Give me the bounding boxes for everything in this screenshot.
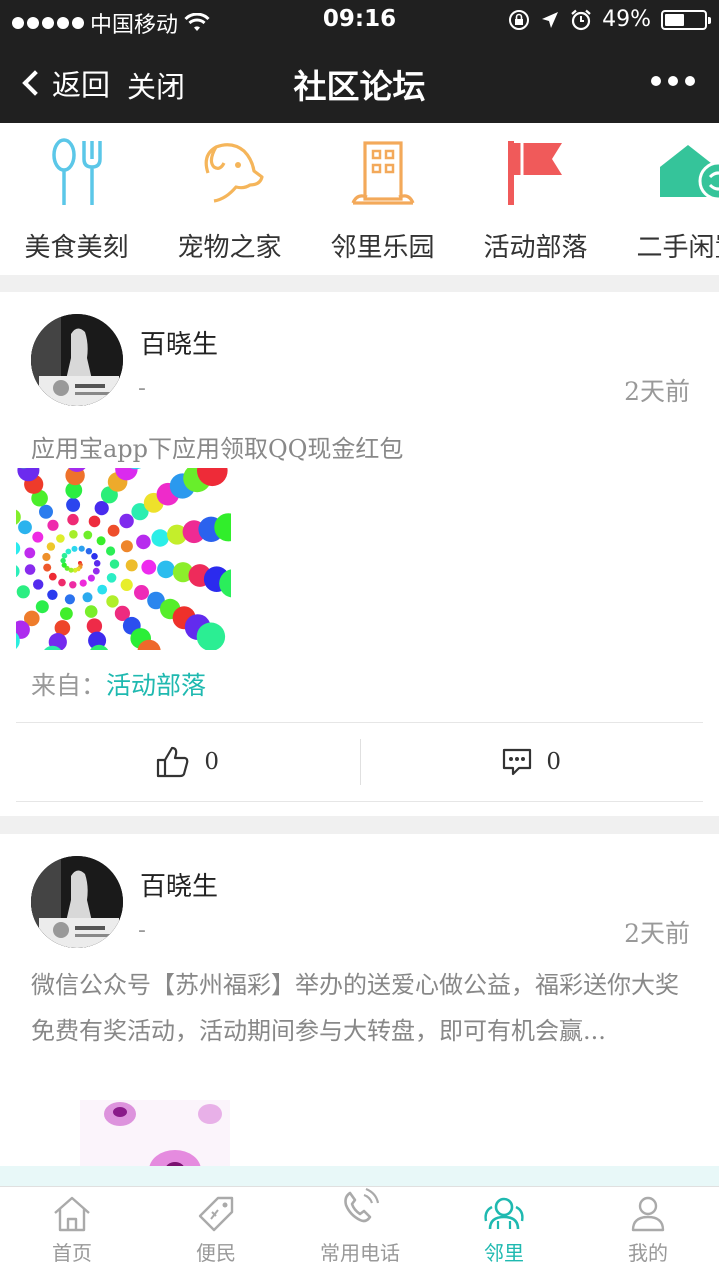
more-icon[interactable] — [651, 76, 695, 86]
battery-icon — [661, 9, 711, 30]
utensils-icon — [51, 138, 102, 205]
thumbs-up-icon — [157, 746, 189, 778]
author-subtitle: - — [138, 376, 146, 401]
page-title: 社区论坛 — [293, 67, 426, 106]
post-time: 2天前 — [624, 377, 690, 406]
tab-label: 首页 — [52, 1241, 92, 1265]
like-count: 0 — [204, 749, 220, 775]
tab-services[interactable]: 便民 — [144, 1195, 288, 1266]
author-name[interactable]: 百晓生 — [140, 324, 218, 361]
source-prefix: 来自： — [31, 671, 107, 700]
building-icon — [351, 141, 414, 205]
category-label: 活动部落 — [483, 233, 588, 263]
tab-me[interactable]: 我的 — [576, 1195, 719, 1266]
post-card[interactable]: 百晓生 - 2天前 应用宝app下应用领取QQ现金红包 来自：活动部落 0 0 — [0, 292, 719, 816]
comment-count: 0 — [546, 749, 562, 775]
tab-label: 便民 — [196, 1241, 236, 1265]
source-category-link[interactable]: 活动部落 — [106, 671, 206, 700]
rotation-lock-icon — [509, 9, 530, 30]
post-image[interactable] — [16, 468, 231, 650]
tab-neighbors[interactable]: 邻里 — [432, 1195, 576, 1266]
location-icon — [542, 11, 559, 28]
avatar[interactable] — [31, 856, 123, 948]
author-subtitle: - — [138, 918, 146, 943]
home-icon — [54, 1196, 90, 1232]
category-pets[interactable]: 宠物之家 — [153, 137, 306, 264]
post-card[interactable]: 百晓生 - 2天前 微信公众号【苏州福彩】举办的送爱心做公益，福彩送你大奖免费有… — [0, 834, 719, 1194]
flag-icon — [507, 141, 562, 205]
post-text[interactable]: 微信公众号【苏州福彩】举办的送爱心做公益，福彩送你大奖免费有奖活动，活动期间参与… — [31, 962, 701, 1054]
post-text[interactable]: 应用宝app下应用领取QQ现金红包 — [31, 426, 701, 472]
tab-home[interactable]: 首页 — [0, 1195, 144, 1266]
nav-bar: 返回 关闭 社区论坛 — [0, 40, 719, 123]
avatar[interactable] — [31, 314, 123, 406]
post-source: 来自：活动部落 — [31, 666, 206, 702]
comment-icon — [503, 748, 532, 776]
comment-button[interactable]: 0 — [359, 739, 704, 785]
tab-label: 常用电话 — [320, 1241, 400, 1265]
author-name[interactable]: 百晓生 — [140, 866, 218, 903]
dog-icon — [204, 143, 264, 203]
category-second-hand[interactable]: 二手闲置 — [612, 137, 719, 264]
user-icon — [631, 1196, 665, 1232]
tab-label: 邻里 — [484, 1241, 524, 1265]
category-label: 美食美刻 — [24, 233, 129, 263]
neighbors-icon — [484, 1197, 524, 1230]
category-bar: 美食美刻 宠物之家 邻里乐园 活动部落 二手闲 — [0, 123, 719, 275]
category-food[interactable]: 美食美刻 — [0, 137, 153, 264]
category-label: 邻里乐园 — [330, 233, 435, 263]
battery-percent: 49% — [602, 7, 651, 32]
category-neighborhood[interactable]: 邻里乐园 — [306, 137, 459, 264]
house-exchange-icon — [660, 145, 719, 201]
tag-icon — [198, 1196, 234, 1232]
like-button[interactable]: 0 — [16, 723, 360, 801]
category-events[interactable]: 活动部落 — [459, 137, 612, 264]
status-bar: 中国移动 09:16 49% — [0, 0, 719, 40]
category-label: 二手闲置 — [636, 233, 719, 263]
post-time: 2天前 — [624, 919, 690, 948]
post-actions: 0 0 — [16, 722, 703, 802]
tab-label: 我的 — [628, 1241, 668, 1265]
category-label: 宠物之家 — [177, 233, 282, 263]
alarm-icon — [571, 9, 591, 30]
